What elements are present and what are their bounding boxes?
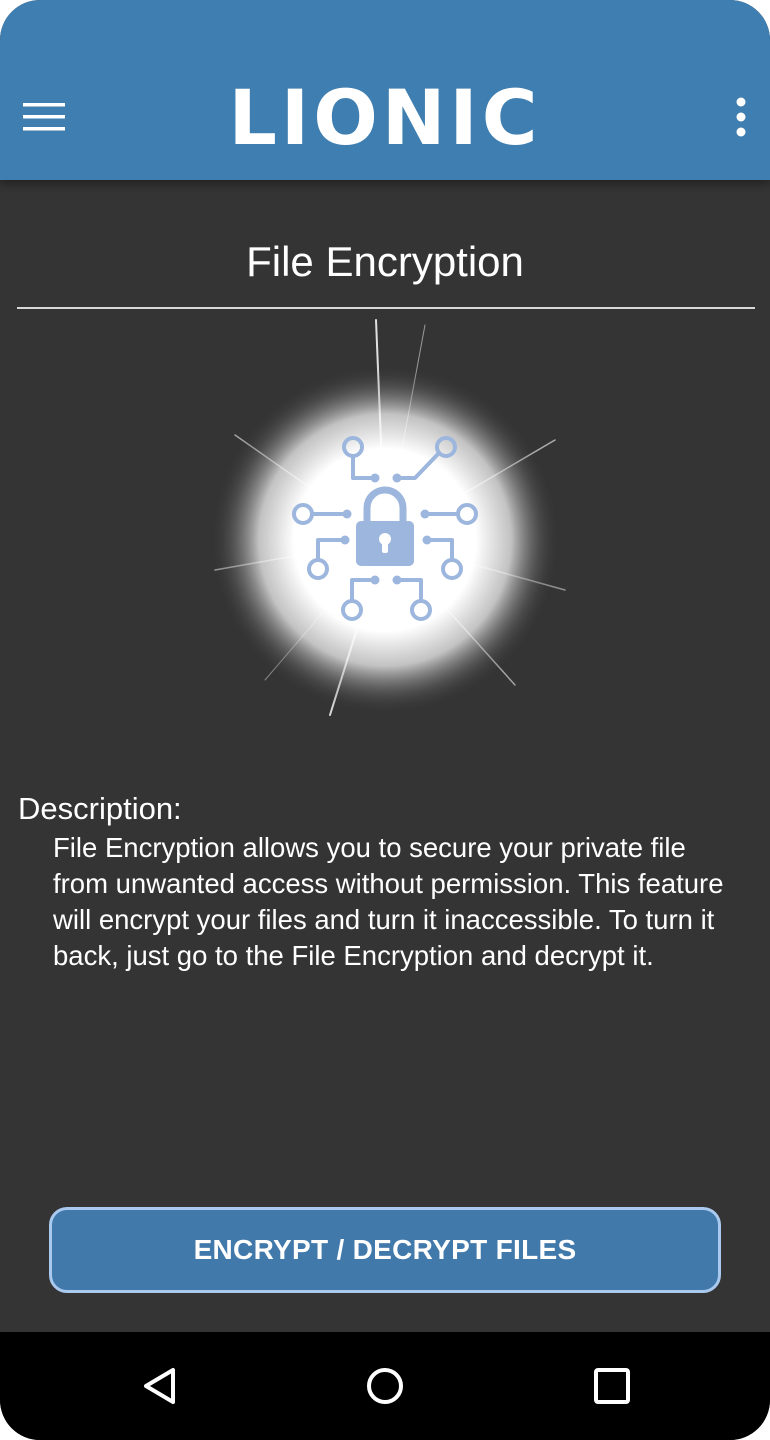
more-vertical-icon	[736, 97, 746, 137]
description-text: File Encryption allows you to secure you…	[53, 832, 724, 971]
home-circle-icon	[367, 1368, 403, 1404]
more-options-button[interactable]	[720, 94, 762, 140]
phone-screen: LIONIC File Encryption Description: File…	[0, 0, 770, 1440]
nav-home-button[interactable]	[347, 1348, 423, 1424]
nav-back-button[interactable]	[123, 1348, 199, 1424]
nav-recents-button[interactable]	[574, 1348, 650, 1424]
app-bar: LIONIC	[0, 0, 770, 180]
circuit-lock-icon	[210, 319, 566, 716]
hero-illustration	[175, 310, 595, 730]
title-divider	[17, 307, 755, 309]
recents-square-icon	[594, 1368, 630, 1404]
page-title: File Encryption	[246, 238, 524, 285]
encrypt-decrypt-files-button[interactable]: ENCRYPT / DECRYPT FILES	[49, 1207, 721, 1293]
brand-logo: LIONIC	[228, 73, 542, 162]
description-label: Description:	[18, 791, 182, 826]
system-navigation-bar	[0, 1332, 770, 1440]
back-triangle-icon	[144, 1368, 175, 1404]
